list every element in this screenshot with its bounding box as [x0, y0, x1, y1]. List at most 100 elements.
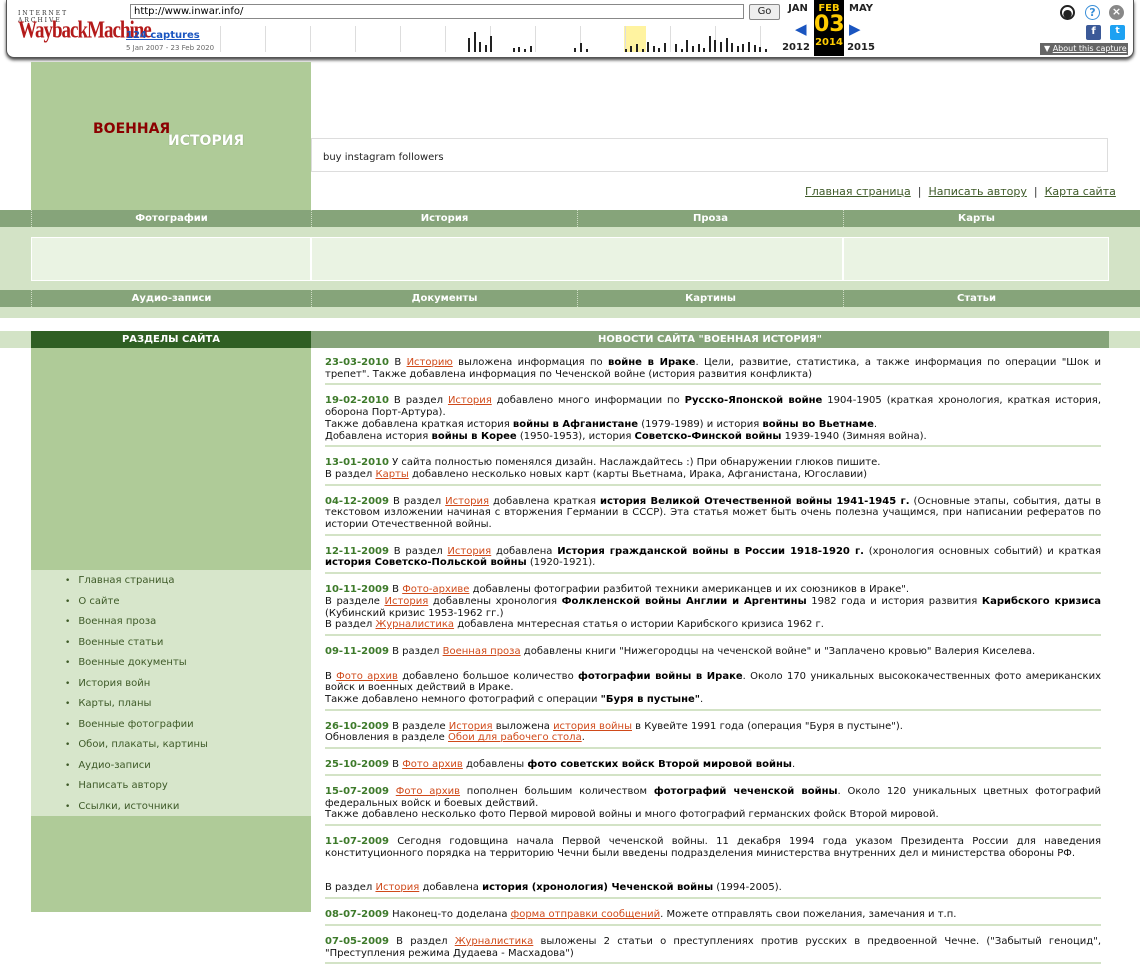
sparkline-bar: [748, 42, 750, 52]
news-link[interactable]: История: [447, 546, 491, 557]
news-link[interactable]: Обои для рабочего стола: [448, 732, 582, 743]
news-item: 07-05-2009 В раздел Журналистика выложен…: [325, 935, 1101, 965]
sidebar-item[interactable]: Военная проза: [77, 615, 208, 636]
sparkline-bar: [512, 48, 515, 52]
news-text: В: [388, 357, 407, 368]
nav-maps[interactable]: Карты: [843, 210, 1109, 227]
news-list: 23-03-2010 В Историю выложена информация…: [325, 357, 1101, 974]
help-icon[interactable]: ?: [1085, 5, 1100, 20]
ad-box: buy instagram followers: [311, 138, 1108, 172]
news-text: добавлены: [462, 759, 528, 771]
section-edge-left: [0, 331, 31, 348]
sparkline-bar: [764, 49, 767, 52]
news-item: 23-03-2010 В Историю выложена информация…: [325, 357, 1101, 386]
sidebar-item[interactable]: Главная страница: [77, 574, 208, 595]
news-link[interactable]: Военная проза: [443, 646, 521, 657]
top-sep-1: |: [917, 185, 922, 198]
news-link[interactable]: История: [375, 882, 419, 893]
wayback-logo[interactable]: INTERNET ARCHIVE WaybackMachine: [14, 6, 152, 46]
nav-history[interactable]: История: [311, 210, 577, 227]
sidebar-item[interactable]: Ссылки, источники: [77, 800, 208, 821]
cur-year: 2014: [815, 37, 843, 48]
sidebar-item[interactable]: Обои, плакаты, картины: [77, 738, 208, 759]
sidebar-item[interactable]: История войн: [77, 677, 208, 698]
sparkline-bar: [630, 46, 633, 52]
news-link[interactable]: История: [445, 496, 489, 507]
go-button[interactable]: Go: [749, 4, 780, 20]
news-highlight: войне в Ираке: [608, 357, 696, 368]
news-highlight: фотографий чеченской войны: [653, 785, 838, 797]
top-links: Главная страница | Написать автору | Карта с…: [805, 185, 1116, 198]
news-item: 12-11-2009 В раздел История добавлена Ис…: [325, 545, 1101, 575]
news-link[interactable]: Историю: [407, 357, 453, 368]
nav-photos[interactable]: Фотографии: [31, 210, 311, 227]
sidebar-item[interactable]: Аудио-записи: [77, 759, 208, 780]
nav-paintings[interactable]: Картины: [577, 290, 843, 307]
news-text: В разделе: [388, 720, 449, 732]
top-link-write[interactable]: Написать автору: [928, 185, 1026, 198]
news-link[interactable]: Карты: [375, 469, 408, 480]
next-month: MAY: [849, 3, 873, 14]
twitter-icon[interactable]: t: [1110, 25, 1125, 40]
news-link[interactable]: Фото-архиве: [402, 584, 469, 595]
news-text: Наконец-то доделана: [388, 909, 511, 921]
news-link[interactable]: История: [384, 596, 428, 607]
news-text: добавлена: [491, 545, 558, 557]
sidebar-menu: Главная страницаО сайтеВоенная прозаВоен…: [77, 574, 208, 820]
news-link[interactable]: История: [449, 721, 493, 732]
news-text: В раздел: [388, 935, 455, 947]
top-link-sitemap[interactable]: Карта сайта: [1045, 185, 1116, 198]
ad-text[interactable]: buy instagram followers: [323, 152, 444, 163]
capture-range: 5 Jan 2007 - 23 Feb 2020: [126, 44, 215, 52]
next-arrow-icon[interactable]: ▶: [849, 20, 861, 38]
site-logo-line2[interactable]: ИСТОРИЯ: [168, 133, 244, 149]
sidebar-item[interactable]: Карты, планы: [77, 697, 208, 718]
news-text: В: [325, 670, 337, 682]
nav-articles[interactable]: Статьи: [843, 290, 1109, 307]
close-icon[interactable]: ×: [1109, 5, 1124, 20]
sparkline-year-divider: [670, 26, 671, 52]
sparkline-bar: [664, 43, 666, 52]
news-highlight: Советско-Финской войны: [634, 430, 782, 442]
nav-documents[interactable]: Документы: [311, 290, 577, 307]
sparkline-year-divider: [535, 26, 536, 52]
news-text: У сайта полностью поменялся дизайн. Насл…: [388, 457, 881, 469]
sparkline-bar: [524, 49, 526, 52]
news-link[interactable]: Фото архив: [336, 671, 398, 682]
nav-preview-box: [843, 237, 1109, 281]
sparkline-bar: [479, 42, 482, 52]
site-logo-line1[interactable]: ВОЕННАЯ: [93, 121, 170, 137]
news-item: 15-07-2009 Фото архив пополнен большим к…: [325, 786, 1101, 826]
news-highlight: История гражданской войны в России 1918-…: [557, 545, 864, 557]
nav-audio[interactable]: Аудио-записи: [31, 290, 311, 307]
top-link-home[interactable]: Главная страница: [805, 185, 911, 198]
nav-prose[interactable]: Проза: [577, 210, 843, 227]
news-text: [389, 786, 396, 797]
top-sep-2: |: [1033, 185, 1038, 198]
user-icon[interactable]: ●: [1060, 5, 1075, 20]
sparkline-year-divider: [355, 26, 356, 52]
url-input[interactable]: http://www.inwar.info/: [130, 4, 744, 19]
prev-year[interactable]: 2012: [781, 42, 811, 53]
about-capture-link[interactable]: ▼ About this capture: [1040, 43, 1128, 55]
news-link[interactable]: форма отправки сообщений: [511, 909, 660, 920]
sparkline-year-divider: [220, 26, 221, 52]
sidebar-item[interactable]: Написать автору: [77, 779, 208, 800]
next-year[interactable]: 2015: [846, 42, 876, 53]
sidebar-item[interactable]: Военные статьи: [77, 636, 208, 657]
news-link[interactable]: Журналистика: [375, 619, 454, 630]
news-link[interactable]: История: [448, 395, 492, 406]
news-link[interactable]: Фото архив: [402, 759, 463, 770]
sidebar-item[interactable]: Военные фотографии: [77, 718, 208, 739]
sidebar-item[interactable]: О сайте: [77, 595, 208, 616]
facebook-icon[interactable]: f: [1086, 25, 1101, 40]
news-date: 10-11-2009: [325, 584, 389, 596]
sidebar-item[interactable]: Военные документы: [77, 656, 208, 677]
captures-link[interactable]: 124 captures: [126, 30, 200, 41]
news-link[interactable]: Журналистика: [455, 936, 534, 947]
news-link[interactable]: история войны: [553, 721, 632, 732]
capture-sparkline[interactable]: [220, 24, 780, 54]
news-link[interactable]: Фото архив: [396, 786, 460, 797]
news-highlight: фото советских войск Второй мировой войн…: [527, 759, 792, 771]
prev-arrow-icon[interactable]: ◀: [795, 20, 807, 38]
